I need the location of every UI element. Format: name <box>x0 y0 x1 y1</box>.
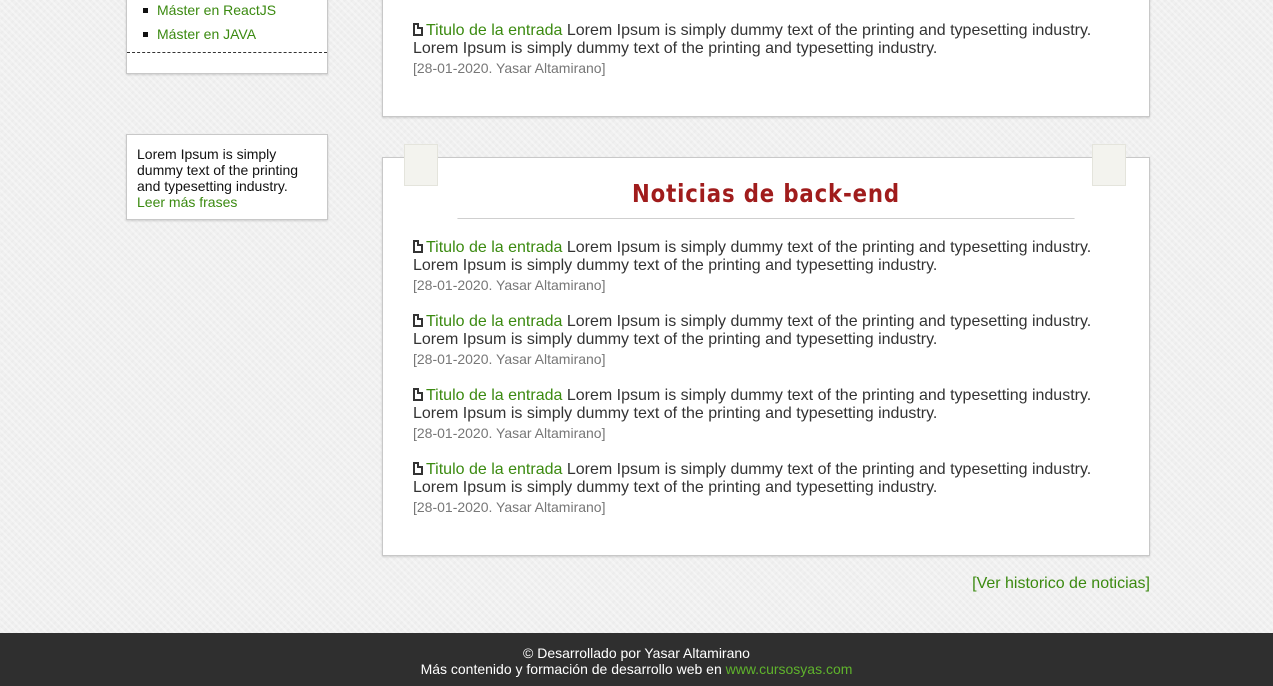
course-link-java[interactable]: Máster en JAVA <box>143 22 276 46</box>
entry-meta: [28-01-2020. Yasar Altamirano] <box>413 60 606 76</box>
entry-title-link[interactable]: Titulo de la entrada <box>426 22 562 39</box>
entry-meta: [28-01-2020. Yasar Altamirano] <box>413 499 606 515</box>
site-footer: © Desarrollado por Yasar Altamirano Más … <box>0 633 1273 686</box>
read-more-quotes-link[interactable]: Leer más frases <box>137 194 317 210</box>
entry-meta: [28-01-2020. Yasar Altamirano] <box>413 277 606 293</box>
course-link-reactjs[interactable]: Máster en ReactJS <box>143 0 276 22</box>
quote-text: Lorem Ipsum is simply dummy text of the … <box>137 146 299 194</box>
document-icon <box>413 314 423 327</box>
footer-more-line: Más contenido y formación de desarrollo … <box>0 661 1273 677</box>
entry-meta: [28-01-2020. Yasar Altamirano] <box>413 351 606 367</box>
document-icon <box>413 240 423 253</box>
news-history-link[interactable]: [Ver historico de noticias] <box>972 575 1150 593</box>
entry-title-link[interactable]: Titulo de la entrada <box>426 387 562 404</box>
courses-list: Máster en ReactJS Máster en JAVA <box>143 0 276 46</box>
entry-title-link[interactable]: Titulo de la entrada <box>426 461 562 478</box>
footer-credit: © Desarrollado por Yasar Altamirano <box>523 645 750 661</box>
document-icon <box>413 23 423 36</box>
news-box-previous: Titulo de la entrada Lorem Ipsum is simp… <box>382 0 1150 117</box>
entry-title-link[interactable]: Titulo de la entrada <box>426 239 562 256</box>
news-entry: Titulo de la entrada Lorem Ipsum is simp… <box>413 239 1113 294</box>
entry-title-link[interactable]: Titulo de la entrada <box>426 313 562 330</box>
dashed-divider <box>127 52 327 53</box>
news-entry: Titulo de la entrada Lorem Ipsum is simp… <box>413 387 1113 442</box>
entry-meta: [28-01-2020. Yasar Altamirano] <box>413 425 606 441</box>
document-icon <box>413 462 423 475</box>
section-heading: Noticias de back-end <box>457 176 1075 219</box>
news-entry: Titulo de la entrada Lorem Ipsum is simp… <box>413 461 1113 516</box>
tape-decoration-left <box>404 144 438 186</box>
sidebar-quote-box: Lorem Ipsum is simply dummy text of the … <box>126 134 328 220</box>
news-entry: Titulo de la entrada Lorem Ipsum is simp… <box>413 313 1113 368</box>
footer-site-link[interactable]: www.cursosyas.com <box>726 661 853 677</box>
document-icon <box>413 388 423 401</box>
tape-decoration-right <box>1092 144 1126 186</box>
sidebar-courses-box: Máster en ReactJS Máster en JAVA <box>126 0 328 74</box>
news-entry: Titulo de la entrada Lorem Ipsum is simp… <box>413 22 1113 77</box>
footer-more-text: Más contenido y formación de desarrollo … <box>420 661 722 677</box>
news-box-backend: Noticias de back-end Titulo de la entrad… <box>382 144 1150 556</box>
